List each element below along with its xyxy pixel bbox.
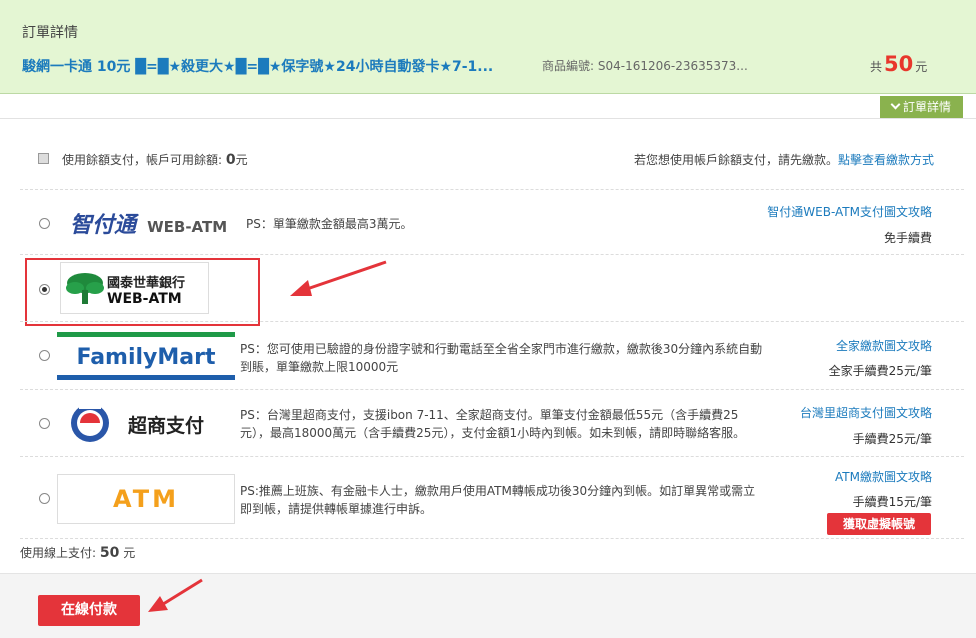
familymart-logo: FamilyMart [57,332,235,380]
divider [20,189,964,190]
order-summary-panel: 訂單詳情 駿網一卡通 10元 █=█★殺更大★█=█★保字號★24小時自動發卡★… [0,0,976,94]
smartpay-logo: 智付通 WEB-ATM [70,207,230,238]
total-suffix: 元 [915,60,928,74]
store-pay-logo-text: 超商支付 [128,415,205,437]
store-pay-emblem-icon [71,402,109,442]
divider [20,538,964,539]
online-payment-unit: 元 [123,546,136,560]
familymart-note: PS：您可使用已驗證的身份證字號和行動電話至全省全家門市進行繳款，繳款後30分鐘… [240,342,763,374]
divider [20,389,964,390]
store-pay-radio[interactable] [39,418,50,429]
selected-method-highlight [25,258,260,326]
smartpay-radio[interactable] [39,218,50,229]
balance-value: 0 [225,152,236,168]
balance-hint-text: 若您想使用帳戶餘額支付，請先繳款。 [633,153,838,167]
divider [20,254,964,255]
atm-logo: ATM [57,474,235,524]
balance-label-text: 使用餘額支付，帳戶可用餘額: [62,153,223,167]
online-payment-value: 50 [99,545,120,561]
atm-note: PS:推薦上班族、有金融卡人士，繳款用戶使用ATM轉帳成功後30分鐘內到帳。如訂… [240,484,756,516]
store-pay-logo: 超商支付 [60,398,235,446]
atm-radio[interactable] [39,493,50,504]
store-pay-note: PS：台灣里超商支付，支援ibon 7-11、全家超商支付。單筆支付金額最低55… [240,408,746,440]
familymart-stripe-top [57,332,235,337]
order-title: 訂單詳情 [22,25,78,41]
product-name-link[interactable]: 駿網一卡通 10元 █=█★殺更大★█=█★保字號★24小時自動發卡★7-1..… [22,56,527,76]
divider [20,456,964,457]
smartpay-fee: 免手續費 [883,231,932,245]
familymart-stripe-bottom [57,375,235,380]
online-payment-total: 使用線上支付: 50 元 [20,544,135,561]
arrow-annotation-icon [290,260,387,296]
arrow-annotation-icon [148,578,203,612]
store-pay-guide-link[interactable]: 台灣里超商支付圖文攻略 [800,404,932,421]
familymart-radio[interactable] [39,350,50,361]
payment-page: 訂單詳情 駿網一卡通 10元 █=█★殺更大★█=█★保字號★24小時自動發卡★… [0,0,976,638]
online-payment-label: 使用線上支付: [20,546,97,560]
familymart-guide-link[interactable]: 全家繳款圖文攻略 [836,337,932,354]
product-id-value: S04-161206-23635373... [597,59,748,73]
product-id: 商品編號: S04-161206-23635373... [542,57,748,74]
balance-row: 使用餘額支付，帳戶可用餘額: 0元 若您想使用帳戶餘額支付，請先繳款。點擊查看繳… [38,150,938,170]
order-detail-toggle-label: 訂單詳情 [902,100,951,114]
balance-unit: 元 [235,153,248,167]
familymart-fee: 全家手續費25元/筆 [828,364,932,378]
view-payment-methods-link[interactable]: 點擊查看繳款方式 [838,153,934,167]
order-total: 共50 元 [870,52,927,76]
atm-logo-text: ATM [113,485,179,513]
total-amount: 50 [884,52,914,76]
get-virtual-account-button[interactable]: 獲取虛擬帳號 [827,513,931,535]
familymart-logo-text: FamilyMart [76,345,216,370]
smartpay-guide-link[interactable]: 智付通WEB-ATM支付圖文攻略 [767,203,932,220]
smartpay-logo-text: 智付通 [70,213,137,238]
divider [0,118,976,119]
order-detail-toggle[interactable]: 訂單詳情 [880,96,963,118]
store-pay-fee: 手續費25元/筆 [852,432,932,446]
product-id-label: 商品編號: [542,59,595,73]
divider [20,321,964,322]
atm-guide-link[interactable]: ATM繳款圖文攻略 [835,468,932,485]
chevron-down-icon [890,99,901,110]
smartpay-logo-sub: WEB-ATM [147,218,228,236]
total-prefix: 共 [870,60,883,74]
use-balance-checkbox[interactable] [38,153,49,164]
smartpay-note: PS：單筆繳款金額最高3萬元。 [246,217,413,231]
atm-fee: 手續費15元/筆 [852,495,932,509]
pay-online-button[interactable]: 在線付款 [38,595,140,626]
balance-label: 使用餘額支付，帳戶可用餘額: 0元 [62,151,248,168]
balance-hint: 若您想使用帳戶餘額支付，請先繳款。點擊查看繳款方式 [634,151,934,168]
